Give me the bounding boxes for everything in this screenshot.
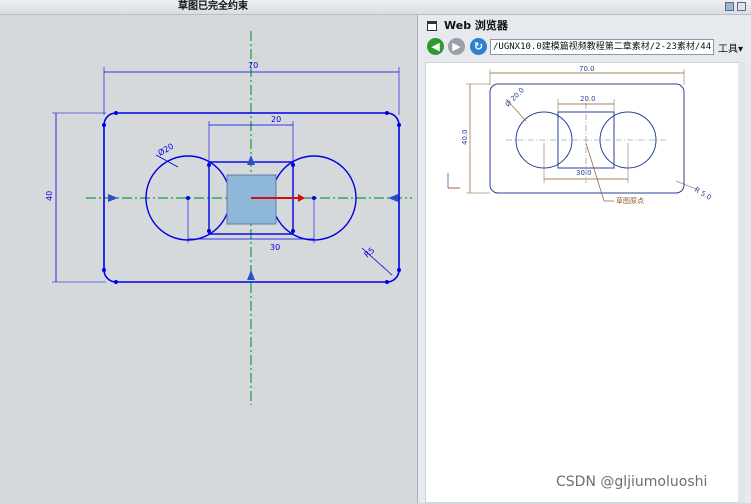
address-field[interactable]: /UGNX10.0建模篇视频教程第二章素材/2-23素材/44.jpg [490, 39, 714, 55]
dim-width-text: 70 [248, 61, 258, 70]
status-message: 草图已完全约束 [178, 1, 248, 12]
dim-radius-text: R5 [363, 246, 377, 260]
web-browser-panel: Web 浏览器 ◀ ▶ ↻ /UGNX10.0建模篇视频教程第二章素材/2-23… [417, 15, 751, 503]
flag-icon[interactable] [725, 2, 734, 11]
x-marker-right [388, 194, 398, 202]
dim-dia-leader [155, 154, 179, 168]
viewport-scrollbar[interactable] [738, 62, 745, 503]
dim-height-text: 40 [45, 191, 54, 201]
browser-viewport: 70.0 40.0 20.0 30.0 Ø 20.0 R 5.0 草图原点 [425, 62, 745, 503]
ref-origin-label: 草图原点 [616, 196, 644, 205]
sketch-canvas[interactable]: 70 40 20 30 Ø20 R5 [0, 15, 417, 503]
watermark: CSDN @gljiumoluoshi [556, 474, 708, 490]
y-marker-bottom [247, 270, 255, 280]
ref-dim-radius-text: R 5.0 [693, 186, 713, 202]
x-marker-left [108, 194, 118, 202]
x-axis-arrowhead [298, 194, 305, 202]
window-icon [427, 21, 437, 31]
sketch-drawing: 70 40 20 30 Ø20 R5 [45, 31, 412, 405]
dim-top-text: 20 [271, 115, 281, 124]
restore-icon[interactable] [737, 2, 746, 11]
ref-dim-bottom-text: 30.0 [576, 169, 592, 177]
ref-dim-height-text: 40.0 [461, 129, 469, 145]
dim-bottom-text: 30 [270, 243, 280, 252]
origin-square [226, 174, 277, 225]
refresh-icon[interactable]: ↻ [470, 38, 487, 55]
ref-dim-width-text: 70.0 [579, 65, 595, 73]
tools-menu[interactable]: 工具▾ [718, 40, 743, 55]
ref-dim-top-text: 20.0 [580, 95, 596, 103]
reference-drawing: 70.0 40.0 20.0 30.0 Ø 20.0 R 5.0 草图原点 [447, 65, 713, 205]
panel-title: Web 浏览器 [444, 19, 508, 32]
status-bar: 草图已完全约束 [0, 0, 751, 15]
back-icon[interactable]: ◀ [427, 38, 444, 55]
dim-dia-text: Ø20 [156, 141, 175, 158]
browser-toolbar: ◀ ▶ ↻ /UGNX10.0建模篇视频教程第二章素材/2-23素材/44.jp… [418, 37, 751, 59]
ref-dim-dia-text: Ø 20.0 [504, 86, 526, 108]
y-marker-top [247, 155, 255, 165]
forward-icon[interactable]: ▶ [448, 38, 465, 55]
panel-title-bar: Web 浏览器 [418, 15, 751, 37]
